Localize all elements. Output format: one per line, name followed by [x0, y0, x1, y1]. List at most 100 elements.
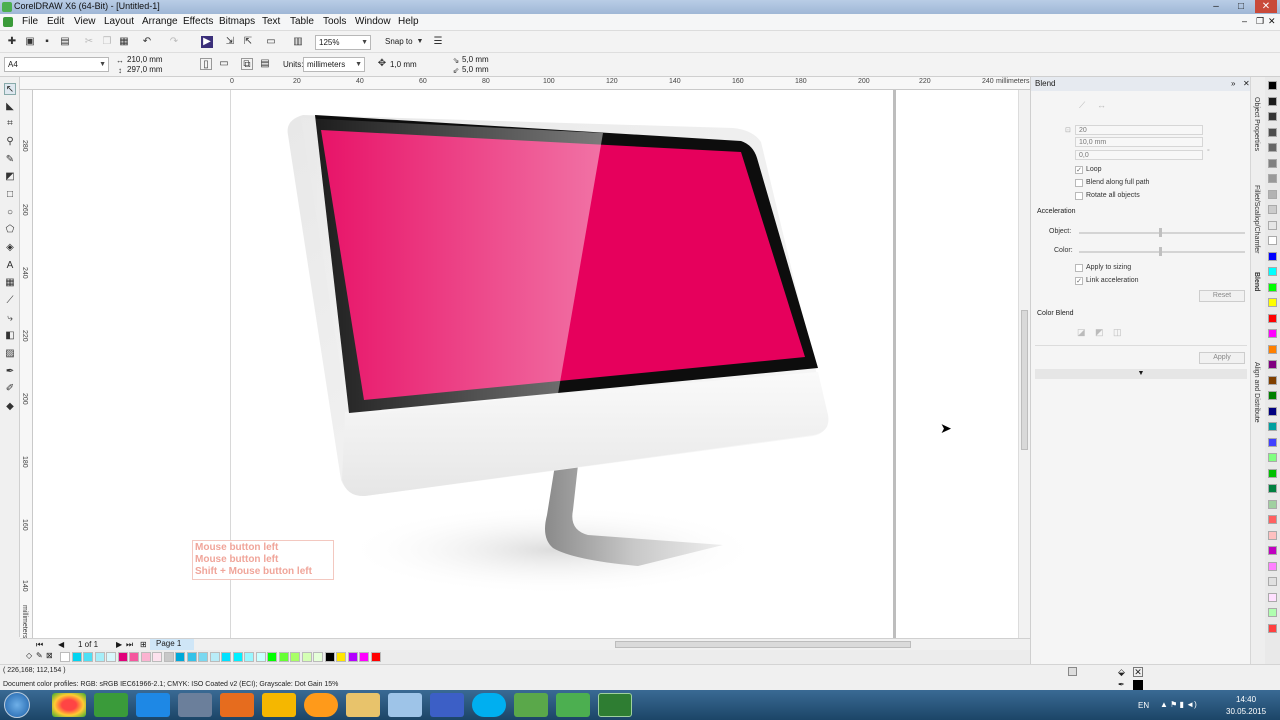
last-page-icon[interactable]: ⏭: [126, 640, 133, 650]
crop-tool-icon[interactable]: ⌗: [4, 118, 16, 130]
skype-taskbar-icon[interactable]: [472, 693, 506, 717]
chevron-down-icon[interactable]: ▼: [414, 36, 426, 48]
launcher-icon[interactable]: ▥: [292, 36, 304, 48]
blend-angle-field[interactable]: 0,0: [1075, 150, 1203, 160]
palette-control-icon[interactable]: ✎: [36, 651, 43, 660]
monitor-illustration[interactable]: [33, 90, 1018, 638]
next-page-icon[interactable]: ▶: [116, 640, 122, 649]
palette-swatch[interactable]: [83, 652, 93, 662]
undo-icon[interactable]: ↶: [141, 36, 153, 48]
portrait-icon[interactable]: ▯: [200, 58, 212, 70]
tab-fillet-scallop-chamfer[interactable]: Fillet/Scallop/Chamfer: [1253, 185, 1260, 253]
palette-swatch[interactable]: [175, 652, 185, 662]
search-content-icon[interactable]: ▶: [201, 36, 213, 48]
menu-file[interactable]: File: [22, 16, 38, 27]
language-indicator[interactable]: EN: [1138, 701, 1149, 710]
app-menu-icon[interactable]: [3, 17, 13, 27]
palette-swatch[interactable]: [129, 652, 139, 662]
palette-swatch[interactable]: [267, 652, 277, 662]
android-taskbar-icon[interactable]: [94, 693, 128, 717]
zoom-level-select[interactable]: 125% ▼: [315, 35, 371, 50]
counterclockwise-blend-icon[interactable]: ◫: [1113, 327, 1122, 338]
shape-tool-icon[interactable]: ◣: [4, 101, 16, 113]
first-page-icon[interactable]: ⏮: [36, 640, 43, 650]
palette-swatch[interactable]: [324, 652, 335, 662]
clockwise-blend-icon[interactable]: ◩: [1095, 327, 1104, 338]
rotate-all-checkbox[interactable]: [1075, 192, 1083, 200]
maximize-button[interactable]: □: [1230, 0, 1252, 13]
direct-blend-icon[interactable]: ◪: [1077, 327, 1086, 338]
palette-control-icon[interactable]: ⊠: [46, 651, 53, 660]
menu-arrange[interactable]: Arrange: [142, 16, 178, 27]
minimize-button[interactable]: –: [1205, 0, 1227, 13]
blend-steps-icon[interactable]: ↔: [1097, 100, 1106, 110]
new-icon[interactable]: ✚: [6, 36, 18, 48]
palette-swatch[interactable]: [71, 652, 82, 662]
palette-swatch[interactable]: [1268, 623, 1277, 633]
palette-swatch[interactable]: [1268, 391, 1277, 400]
zoom-tool-icon[interactable]: ⚲: [4, 136, 16, 148]
link-acceleration-checkbox[interactable]: ✓: [1075, 277, 1083, 285]
palette-swatch[interactable]: [1268, 127, 1277, 137]
menu-help[interactable]: Help: [398, 16, 419, 27]
text-tool-icon[interactable]: A: [4, 260, 16, 272]
open-icon[interactable]: ▣: [24, 36, 36, 48]
units-select[interactable]: millimeters ▼: [303, 57, 365, 72]
palette-swatch[interactable]: [232, 652, 243, 662]
palette-swatch[interactable]: [336, 652, 346, 662]
palette-swatch[interactable]: [1268, 236, 1277, 245]
basic-shapes-tool-icon[interactable]: ◈: [4, 242, 16, 254]
explorer-taskbar-icon[interactable]: [346, 693, 380, 717]
blend-path-icon[interactable]: ⟋: [1079, 100, 1085, 111]
page-height-field[interactable]: 297,0 mm: [127, 65, 163, 74]
tab-blend[interactable]: Blend: [1253, 272, 1260, 291]
prev-page-icon[interactable]: ◀: [58, 640, 64, 649]
clock-time[interactable]: 14:40: [1236, 695, 1256, 704]
eyedropper-tool-icon[interactable]: ✒: [4, 366, 16, 378]
palette-swatch[interactable]: [1268, 112, 1277, 121]
tab-object-properties[interactable]: Object Properties: [1253, 97, 1260, 151]
palette-swatch[interactable]: [290, 652, 300, 662]
export-icon[interactable]: ⇱: [242, 36, 254, 48]
palette-swatch[interactable]: [301, 652, 312, 662]
clock-date[interactable]: 30.05.2015: [1226, 707, 1266, 716]
color-accel-slider[interactable]: [1079, 251, 1245, 253]
palette-swatch[interactable]: [1268, 468, 1277, 478]
palette-swatch[interactable]: [1268, 499, 1277, 509]
palette-swatch[interactable]: [1268, 453, 1277, 462]
palette-swatch[interactable]: [1268, 174, 1277, 183]
palette-swatch[interactable]: [1268, 189, 1277, 199]
palette-swatch[interactable]: [186, 652, 197, 662]
palette-swatch[interactable]: [1268, 81, 1277, 90]
smart-fill-tool-icon[interactable]: ◩: [4, 171, 16, 183]
duplicate-x-field[interactable]: 5,0 mm: [462, 55, 489, 64]
palette-swatch[interactable]: [1268, 561, 1277, 571]
palette-swatch[interactable]: [244, 652, 254, 662]
fill-indicator-icon[interactable]: [1068, 667, 1077, 676]
ellipse-tool-icon[interactable]: ○: [4, 207, 16, 219]
palette-swatch[interactable]: [1268, 220, 1277, 230]
loop-checkbox[interactable]: ✓: [1075, 166, 1083, 174]
doc-restore-icon[interactable]: ❐: [1256, 16, 1264, 27]
palette-swatch[interactable]: [1268, 422, 1277, 431]
current-page-icon[interactable]: ▤: [259, 58, 271, 70]
palette-swatch[interactable]: [370, 652, 381, 662]
palette-swatch[interactable]: [221, 652, 231, 662]
apply-to-sizing-checkbox[interactable]: [1075, 264, 1083, 272]
menu-edit[interactable]: Edit: [47, 16, 64, 27]
outline-color-swatch[interactable]: [1133, 680, 1143, 690]
fill-tool-icon[interactable]: ◆: [4, 401, 16, 413]
palette-swatch[interactable]: [1268, 344, 1277, 354]
palette-swatch[interactable]: [1268, 577, 1277, 586]
color-accel-thumb[interactable]: [1159, 247, 1162, 256]
object-accel-thumb[interactable]: [1159, 228, 1162, 237]
coreldraw-taskbar-icon[interactable]: [598, 693, 632, 717]
1c-taskbar-icon[interactable]: [262, 693, 296, 717]
paste-icon[interactable]: ▦: [118, 36, 130, 48]
copy-icon[interactable]: ❐: [101, 36, 113, 48]
menu-layout[interactable]: Layout: [104, 16, 134, 27]
palette-swatch[interactable]: [1268, 437, 1277, 447]
docker-expand-icon[interactable]: »: [1231, 79, 1235, 88]
outline-pen-icon[interactable]: ✒: [1118, 680, 1125, 689]
palette-swatch[interactable]: [94, 652, 105, 662]
